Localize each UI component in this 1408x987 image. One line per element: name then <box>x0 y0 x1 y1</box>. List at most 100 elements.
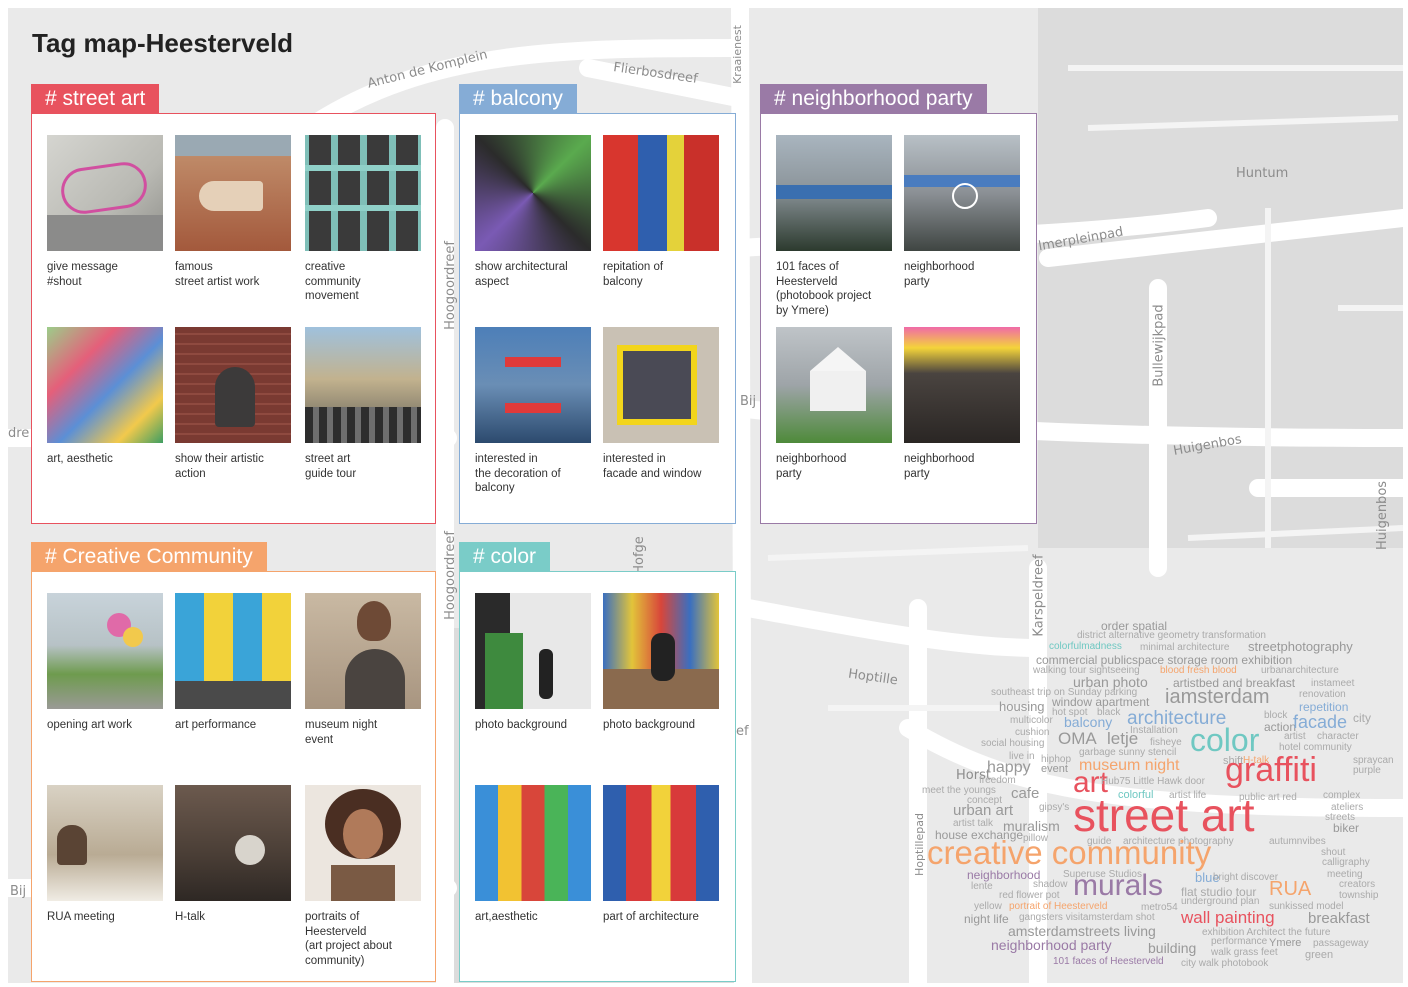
photo-tile[interactable]: portraits of Heesterveld (art project ab… <box>305 785 421 968</box>
photo-tile[interactable]: 101 faces of Heesterveld (photobook proj… <box>776 135 892 318</box>
cloud-word: walk grass feet <box>1211 947 1278 958</box>
cloud-word: building <box>1148 940 1197 956</box>
cloud-word: district alternative geometry transforma… <box>1077 630 1266 641</box>
photo-man-sitting-icon <box>603 593 719 709</box>
photo-tile[interactable]: street art guide tour <box>305 327 421 481</box>
street-label: Huntum <box>1236 166 1289 181</box>
photo-meeting-icon <box>47 785 163 901</box>
cloud-word: graffiti <box>1225 751 1317 789</box>
photo-caption: famous street artist work <box>175 261 260 288</box>
photo-caption: H-talk <box>175 911 206 923</box>
photo-caption: repitation of balcony <box>603 261 664 288</box>
panel-street-art: give message #shout famous street artist… <box>31 113 436 524</box>
photo-caption: art, aesthetic <box>47 453 113 465</box>
photo-caption: art performance <box>175 719 257 731</box>
photo-tile[interactable]: famous street artist work <box>175 135 291 289</box>
cloud-word: colorfulmadness <box>1049 641 1122 652</box>
photo-tile[interactable]: art, aesthetic <box>47 327 163 467</box>
photo-tile[interactable]: part of architecture <box>603 785 719 925</box>
cloud-word: calligraphy <box>1322 857 1370 868</box>
photo-tile[interactable]: show their artistic action <box>175 327 291 481</box>
cloud-word: housing <box>999 699 1045 714</box>
cloud-word: cushion <box>1015 727 1050 738</box>
cloud-word: biker <box>1333 821 1360 835</box>
street-label: Bullewijkpad <box>1151 304 1167 387</box>
photo-tile[interactable]: RUA meeting <box>47 785 163 925</box>
photo-tile[interactable]: neighborhood party <box>904 135 1020 289</box>
photo-tile[interactable]: opening art work <box>47 593 163 733</box>
photo-tile[interactable]: H-talk <box>175 785 291 925</box>
cloud-word: red flower pot <box>999 890 1060 901</box>
tag-label-street-art[interactable]: # street art <box>31 84 160 114</box>
photo-red-yellow-facade-icon <box>603 785 719 901</box>
cloud-word: neighborhood party <box>991 937 1112 953</box>
tag-label-balcony[interactable]: # balcony <box>459 84 577 114</box>
cloud-word: autumnvibes <box>1269 836 1326 847</box>
photo-caption: interested in facade and window <box>603 453 702 480</box>
photo-caption: show architectural aspect <box>475 261 568 288</box>
photo-yellow-window-icon <box>603 327 719 443</box>
photo-tile[interactable]: interested in facade and window <box>603 327 719 481</box>
street-label: dre <box>8 426 30 441</box>
photo-tile[interactable]: art performance <box>175 593 291 733</box>
photo-tile[interactable]: interested in the decoration of balcony <box>475 327 591 496</box>
photo-graffiti-wall-icon <box>47 135 163 251</box>
cloud-word: balcony <box>1064 714 1113 730</box>
photo-caption: portraits of Heesterveld (art project ab… <box>305 911 392 967</box>
photo-green-door-icon <box>475 593 591 709</box>
photo-tile[interactable]: creative community movement <box>305 135 421 304</box>
cloud-word: creative community <box>927 834 1212 871</box>
tag-label-creative-community[interactable]: # Creative Community <box>31 542 267 572</box>
photo-tile[interactable]: repitation of balcony <box>603 135 719 289</box>
photo-tile[interactable]: neighborhood party <box>904 327 1020 481</box>
photo-tile[interactable]: museum night event <box>305 593 421 747</box>
cloud-word: neighborhood <box>967 868 1041 882</box>
photo-caption: show their artistic action <box>175 453 264 480</box>
cloud-word: multicolor <box>1010 715 1053 726</box>
street-label: Hofge <box>631 536 647 575</box>
photo-window-portraits-icon <box>305 135 421 251</box>
cloud-word: green <box>1305 949 1334 961</box>
cloud-word: urbanarchitecture <box>1261 665 1339 676</box>
cloud-word: lente <box>971 881 993 892</box>
panel-neighborhood-party: 101 faces of Heesterveld (photobook proj… <box>760 113 1037 524</box>
street-label: Hoogoordreef <box>442 241 458 330</box>
cloud-word: yellow <box>974 901 1002 912</box>
photo-tile[interactable]: neighborhood party <box>776 327 892 481</box>
panel-creative-community: opening art work art performance museum … <box>31 571 436 982</box>
cloud-word: city walk photobook <box>1181 958 1269 969</box>
cloud-word: shadow <box>1033 879 1068 890</box>
tag-label-color[interactable]: # color <box>459 542 551 572</box>
cloud-word: night life <box>964 912 1009 926</box>
photo-party-tent-icon <box>776 327 892 443</box>
cloud-word: passageway <box>1313 938 1369 949</box>
cloud-word: blood fresh blood <box>1160 665 1237 676</box>
cloud-word: artist <box>1284 731 1306 742</box>
cloud-word: gangsters visitamsterdam shot <box>1019 912 1155 923</box>
photo-tile[interactable]: give message #shout <box>47 135 163 289</box>
photo-tile[interactable]: art,aesthetic <box>475 785 591 925</box>
photo-portrait-icon <box>305 785 421 901</box>
cloud-word: cafe <box>1011 785 1040 802</box>
street-label: Bij <box>740 394 757 409</box>
photo-caption: 101 faces of Heesterveld (photobook proj… <box>776 261 872 317</box>
cloud-word: OMA <box>1058 729 1097 748</box>
photo-decorated-balcony-icon <box>475 327 591 443</box>
photo-couple-icon <box>305 593 421 709</box>
cloud-word: Hub75 Little Hawk door <box>1101 776 1205 787</box>
photo-tile[interactable]: photo background <box>475 593 591 733</box>
street-label: Hoogoordreef <box>442 531 458 620</box>
cloud-word: wall painting <box>1181 908 1275 927</box>
panel-color: photo background photo background art,ae… <box>459 571 736 982</box>
cloud-word: instameet <box>1311 678 1355 689</box>
photo-tile[interactable]: photo background <box>603 593 719 733</box>
street-label: Kraaienest <box>730 25 744 84</box>
cloud-word: purple <box>1353 765 1381 776</box>
photo-caption: art,aesthetic <box>475 911 538 923</box>
cloud-word: gipsy's <box>1039 802 1070 813</box>
photo-caption: give message #shout <box>47 261 118 288</box>
tag-label-neighborhood-party[interactable]: # neighborhood party <box>760 84 987 114</box>
photo-caption: creative community movement <box>305 261 361 302</box>
cloud-word: iamsterdam <box>1165 686 1270 708</box>
photo-tile[interactable]: show architectural aspect <box>475 135 591 289</box>
